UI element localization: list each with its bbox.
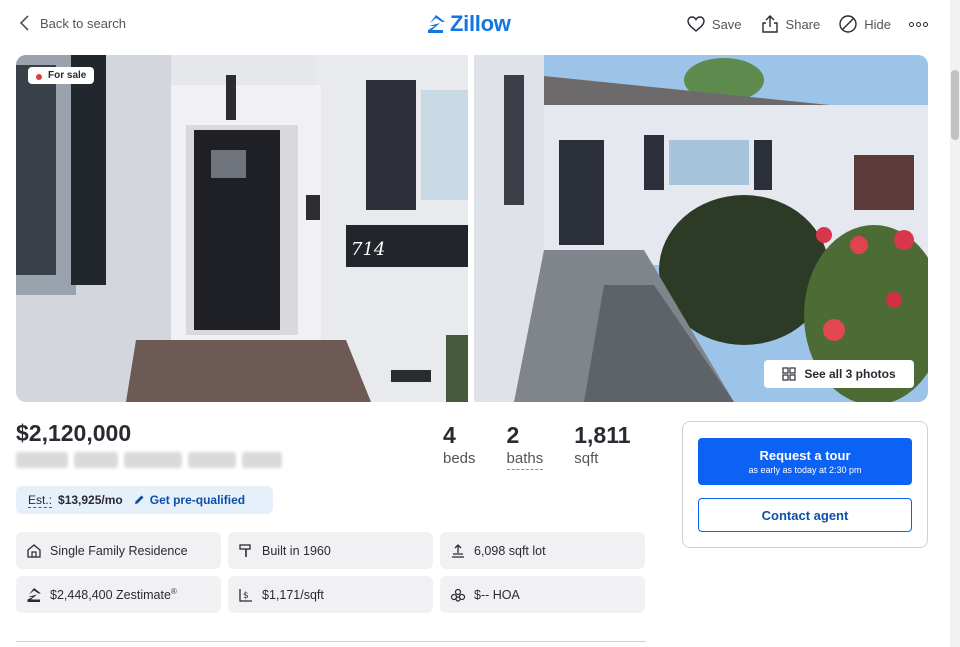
share-label: Share	[785, 16, 821, 32]
see-all-photos-button[interactable]: See all 3 photos	[764, 360, 914, 388]
baths-label[interactable]: baths	[506, 449, 544, 470]
beds-stat: 4 beds	[443, 421, 476, 470]
sqft-label: sqft	[574, 450, 599, 467]
see-all-label: See all 3 photos	[804, 367, 896, 381]
fact-price-per-sqft: $ $1,171/sqft	[228, 576, 433, 613]
section-divider	[16, 641, 646, 642]
save-button[interactable]: Save	[686, 14, 742, 34]
chevron-left-icon	[19, 15, 29, 31]
hide-icon	[839, 15, 857, 33]
fact-zestimate-text: $2,448,400 Zestimate®	[50, 587, 177, 602]
svg-text:$: $	[243, 591, 249, 601]
listing-price: $2,120,000	[16, 420, 132, 446]
main-photo[interactable]: 714 For sale	[16, 55, 468, 402]
tour-label: Request a tour	[759, 448, 851, 463]
fact-year-built: Built in 1960	[228, 532, 433, 569]
request-tour-button[interactable]: Request a tour as early as today at 2:30…	[698, 438, 912, 485]
back-label: Back to search	[40, 15, 126, 31]
registered-mark: ®	[170, 586, 177, 596]
sqft-stat: 1,811 sqft	[574, 421, 630, 470]
fact-zestimate[interactable]: $2,448,400 Zestimate®	[16, 576, 221, 613]
fact-hoa: $-- HOA	[440, 576, 645, 613]
logo-text: Zillow	[450, 11, 511, 36]
estimate-value: $13,925/mo	[58, 493, 123, 507]
blurred-address	[16, 450, 291, 470]
back-to-search-link[interactable]: Back to search	[18, 14, 126, 32]
house-number-text: 714	[351, 239, 385, 260]
more-options-icon[interactable]	[909, 21, 928, 27]
hide-button[interactable]: Hide	[838, 14, 891, 34]
contact-card: Request a tour as early as today at 2:30…	[682, 421, 928, 548]
status-badge-label: For sale	[48, 70, 87, 81]
fact-lot-size-text: 6,098 sqft lot	[474, 543, 546, 558]
fact-year-built-text: Built in 1960	[262, 543, 331, 558]
hoa-icon	[450, 588, 466, 602]
contact-agent-button[interactable]: Contact agent	[698, 498, 912, 532]
estimate-label[interactable]: Est.:	[28, 493, 53, 508]
front-door-photo: 714	[16, 55, 468, 402]
header-actions: Save Share Hide	[686, 14, 928, 34]
beds-label: beds	[443, 450, 476, 467]
page-scrollbar[interactable]	[950, 0, 960, 647]
pencil-icon	[134, 495, 144, 504]
zillow-logo[interactable]: Zillow	[426, 11, 511, 37]
get-prequalified-link[interactable]: Get pre-qualified	[133, 493, 245, 507]
beds-value: 4	[443, 422, 456, 448]
listing-page: Back to search Zillow Save Share Hide 71…	[0, 0, 960, 647]
monthly-estimate: Est.: $13,925/mo Get pre-qualified	[16, 486, 273, 514]
save-label: Save	[711, 16, 742, 32]
zestimate-value: $2,448,400 Zestimate	[50, 588, 171, 603]
baths-stat[interactable]: 2 baths	[506, 421, 544, 470]
hide-label: Hide	[864, 16, 891, 32]
fact-lot-size: 6,098 sqft lot	[440, 532, 645, 569]
share-icon	[761, 15, 778, 33]
fact-home-type: Single Family Residence	[16, 532, 221, 569]
prequalify-label: Get pre-qualified	[149, 493, 246, 507]
hammer-icon	[239, 543, 251, 557]
fact-home-type-text: Single Family Residence	[50, 543, 188, 558]
top-bar: Back to search Zillow Save Share Hide	[0, 0, 950, 48]
sqft-value: 1,811	[574, 422, 631, 448]
status-badge: For sale	[28, 67, 95, 84]
facts-grid: Single Family Residence Built in 1960 6,…	[16, 532, 646, 613]
zillow-z-icon	[428, 15, 445, 33]
fact-hoa-text: $-- HOA	[474, 587, 520, 602]
heart-icon	[687, 16, 705, 32]
grid-icon	[782, 367, 796, 381]
price-per-sqft-icon: $	[239, 588, 252, 602]
home-stats: 4 beds 2 baths 1,811 sqft	[443, 421, 631, 470]
house-exterior-photo	[474, 55, 928, 402]
baths-value: 2	[506, 422, 520, 448]
tour-sublabel: as early as today at 2:30 pm	[748, 465, 862, 475]
share-button[interactable]: Share	[760, 14, 821, 34]
fact-price-per-sqft-text: $1,171/sqft	[262, 587, 324, 602]
lot-icon	[452, 543, 464, 558]
secondary-photo[interactable]: See all 3 photos	[474, 55, 928, 402]
house-icon	[27, 543, 41, 558]
scrollbar-thumb[interactable]	[951, 70, 959, 140]
zestimate-icon	[27, 587, 41, 602]
for-sale-dot	[36, 74, 42, 80]
